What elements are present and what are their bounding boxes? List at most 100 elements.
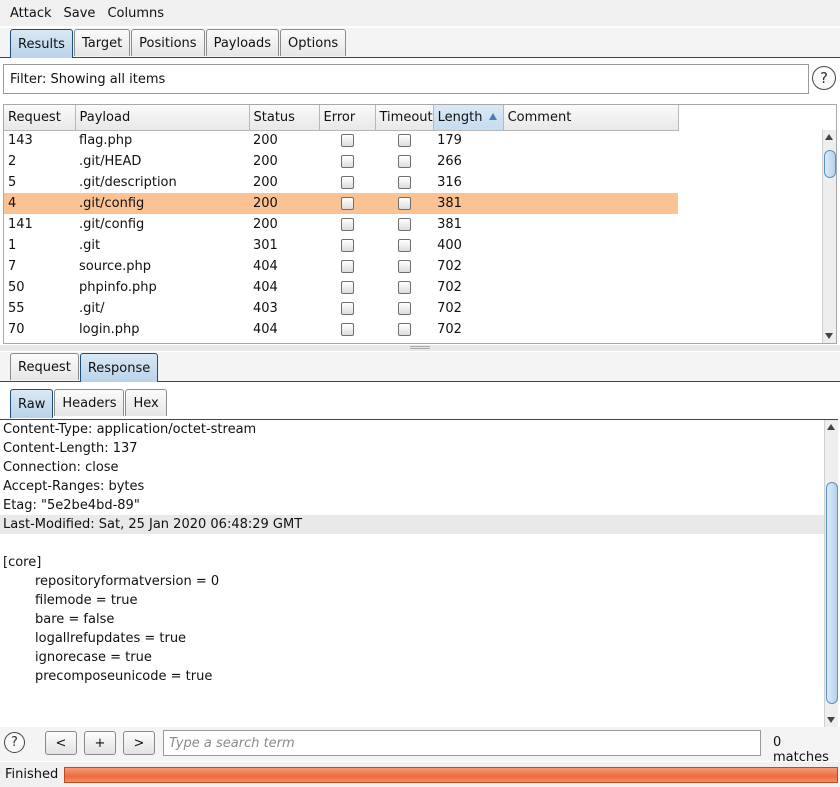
error-checkbox[interactable] bbox=[340, 239, 354, 252]
column-header-label: Error bbox=[323, 109, 356, 125]
timeout-checkbox[interactable] bbox=[397, 323, 411, 336]
column-header-label: Comment bbox=[507, 109, 572, 125]
cell-request: 50 bbox=[8, 280, 25, 295]
cell-length: 702 bbox=[437, 280, 462, 295]
error-checkbox[interactable] bbox=[340, 176, 354, 189]
cell-comment bbox=[503, 130, 678, 151]
tab-response[interactable]: Response bbox=[79, 353, 159, 382]
filter-bar[interactable]: Filter: Showing all items bbox=[3, 64, 809, 94]
timeout-checkbox[interactable] bbox=[397, 281, 411, 294]
error-checkbox[interactable] bbox=[340, 155, 354, 168]
search-next-button[interactable]: > bbox=[123, 731, 155, 755]
error-checkbox[interactable] bbox=[340, 281, 354, 294]
error-checkbox[interactable] bbox=[340, 197, 354, 210]
tab-target[interactable]: Target bbox=[73, 29, 131, 56]
cell-timeout bbox=[375, 298, 433, 319]
table-row[interactable]: 141 .git/config 200 381 bbox=[4, 214, 678, 235]
cell-timeout bbox=[375, 235, 433, 256]
pane-splitter[interactable] bbox=[0, 345, 840, 351]
column-header-comment[interactable]: Comment bbox=[503, 105, 679, 131]
cell-length: 702 bbox=[437, 259, 462, 274]
scroll-down-icon[interactable] bbox=[827, 717, 835, 723]
column-header-error[interactable]: Error bbox=[319, 105, 376, 131]
cell-payload: .git bbox=[79, 238, 101, 253]
response-scrollbar[interactable] bbox=[824, 420, 838, 727]
tab-payloads[interactable]: Payloads bbox=[205, 29, 280, 56]
cell-error bbox=[319, 214, 375, 235]
results-scrollbar[interactable] bbox=[822, 130, 836, 343]
cell-status: 200 bbox=[253, 154, 278, 169]
timeout-checkbox[interactable] bbox=[397, 176, 411, 189]
search-add-button[interactable]: + bbox=[84, 731, 116, 755]
response-line: Content-Length: 137 bbox=[3, 441, 138, 456]
cell-length: 400 bbox=[437, 238, 462, 253]
search-field bbox=[163, 730, 761, 756]
menu-attack[interactable]: Attack bbox=[4, 6, 58, 21]
timeout-checkbox[interactable] bbox=[397, 197, 411, 210]
search-input[interactable] bbox=[164, 731, 760, 755]
table-row[interactable]: 1 .git 301 400 bbox=[4, 235, 678, 256]
cell-payload: source.php bbox=[79, 259, 152, 274]
response-line: ignorecase = true bbox=[35, 650, 152, 665]
column-header-status[interactable]: Status bbox=[249, 105, 320, 131]
response-line: bare = false bbox=[35, 612, 115, 627]
error-checkbox[interactable] bbox=[340, 134, 354, 148]
timeout-checkbox[interactable] bbox=[397, 239, 411, 252]
filter-help-icon[interactable]: ? bbox=[812, 66, 836, 90]
tab-request[interactable]: Request bbox=[10, 353, 79, 380]
response-line: logallrefupdates = true bbox=[35, 631, 187, 646]
splitter-grip[interactable] bbox=[410, 346, 430, 349]
cell-comment bbox=[503, 235, 678, 256]
results-scroll-thumb[interactable] bbox=[824, 150, 836, 178]
tab-options[interactable]: Options bbox=[280, 29, 347, 56]
response-scroll-thumb[interactable] bbox=[826, 482, 838, 704]
table-row[interactable]: 143 flag.php 200 179 bbox=[4, 130, 678, 151]
scroll-down-icon[interactable] bbox=[825, 333, 833, 339]
table-row[interactable]: 5 .git/description 200 316 bbox=[4, 172, 678, 193]
menu-columns[interactable]: Columns bbox=[101, 6, 170, 21]
error-checkbox[interactable] bbox=[340, 302, 354, 315]
timeout-checkbox[interactable] bbox=[397, 302, 411, 315]
response-body[interactable]: Content-Type: application/octet-stream Co… bbox=[0, 419, 838, 727]
table-row[interactable]: 55 .git/403 702 bbox=[4, 298, 678, 319]
cell-payload: phpinfo.php bbox=[79, 280, 157, 295]
error-checkbox[interactable] bbox=[340, 218, 354, 231]
tab-raw[interactable]: Raw bbox=[10, 389, 54, 418]
error-checkbox[interactable] bbox=[340, 323, 354, 336]
timeout-checkbox[interactable] bbox=[397, 134, 411, 148]
scroll-up-icon[interactable] bbox=[827, 424, 835, 430]
response-line: Etag: "5e2be4bd-89" bbox=[3, 498, 140, 513]
column-header-length[interactable]: Length bbox=[433, 105, 504, 131]
filter-text: Filter: Showing all items bbox=[10, 71, 166, 87]
table-row[interactable]: 4 .git/config 200 381 bbox=[4, 193, 679, 214]
search-help-icon[interactable]: ? bbox=[4, 732, 25, 753]
table-row[interactable]: 7 source.php 404 702 bbox=[4, 256, 678, 277]
search-prev-button[interactable]: < bbox=[45, 731, 77, 755]
column-header-payload[interactable]: Payload bbox=[75, 105, 250, 131]
cell-status: 200 bbox=[253, 133, 278, 149]
cell-error bbox=[319, 256, 375, 277]
scroll-up-icon[interactable] bbox=[825, 134, 833, 140]
table-row[interactable]: 2 .git/HEAD 200 266 bbox=[4, 151, 678, 172]
table-row[interactable]: 50 phpinfo.php 404 702 bbox=[4, 277, 678, 298]
timeout-checkbox[interactable] bbox=[397, 260, 411, 273]
response-line: Last-Modified: Sat, 25 Jan 2020 06:48:29… bbox=[0, 515, 824, 534]
menu-save[interactable]: Save bbox=[58, 6, 102, 21]
tab-headers[interactable]: Headers bbox=[54, 389, 125, 416]
tab-positions[interactable]: Positions bbox=[131, 29, 205, 56]
tab-results[interactable]: Results bbox=[10, 29, 73, 58]
column-header-label: Length bbox=[437, 109, 483, 125]
timeout-checkbox[interactable] bbox=[397, 155, 411, 168]
response-line: precomposeunicode = true bbox=[35, 669, 213, 684]
column-header-request[interactable]: Request bbox=[4, 105, 76, 131]
response-line bbox=[0, 534, 838, 553]
error-checkbox[interactable] bbox=[340, 260, 354, 273]
status-text: Finished bbox=[5, 767, 59, 782]
tab-hex[interactable]: Hex bbox=[125, 389, 167, 416]
cell-length: 702 bbox=[437, 322, 462, 337]
table-row[interactable]: 70 login.php 404 702 bbox=[4, 319, 678, 340]
cell-comment bbox=[503, 319, 678, 340]
column-header-timeout[interactable]: Timeout bbox=[375, 105, 434, 131]
results-table: Request Payload Status Error Timeout Length Co… bbox=[3, 104, 837, 344]
timeout-checkbox[interactable] bbox=[397, 218, 411, 231]
